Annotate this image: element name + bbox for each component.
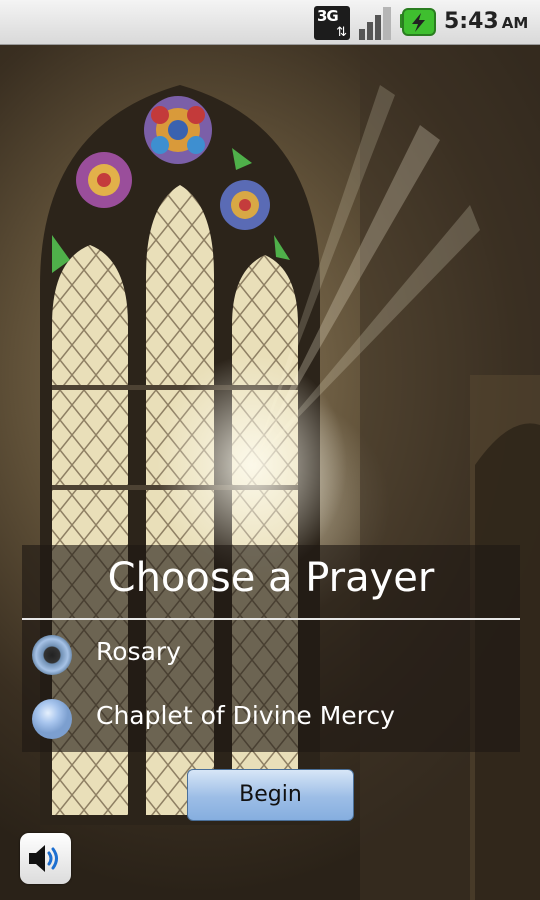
network-type-icon: 3G ⇅ [314,6,350,40]
option-label-chaplet: Chaplet of Divine Mercy [96,701,395,730]
status-clock: 5:43 AM [444,9,528,34]
option-chaplet-of-divine-mercy[interactable]: Chaplet of Divine Mercy [22,689,520,749]
network-activity-arrows: ⇅ [336,25,347,40]
option-label-rosary: Rosary [96,637,181,666]
app-screen: 3G ⇅ 5:43 AM Choose a Prayer Rosary Chap… [0,0,540,900]
begin-button[interactable]: Begin [187,769,354,821]
network-type-label: 3G [317,7,339,25]
radio-button-unselected[interactable] [32,699,72,739]
audio-toggle-button[interactable] [20,833,71,884]
panel-title: Choose a Prayer [107,555,435,601]
signal-strength-icon [359,7,391,40]
speaker-volume-icon [29,845,58,872]
title-divider [22,618,520,620]
prayer-selection-panel: Choose a Prayer Rosary Chaplet of Divine… [22,545,520,752]
clock-time: 5:43 [444,9,499,34]
option-rosary[interactable]: Rosary [22,625,520,685]
clock-ampm: AM [501,14,529,32]
battery-charging-icon [400,8,436,36]
radio-button-selected[interactable] [32,635,72,675]
status-bar: 3G ⇅ 5:43 AM [0,0,540,45]
